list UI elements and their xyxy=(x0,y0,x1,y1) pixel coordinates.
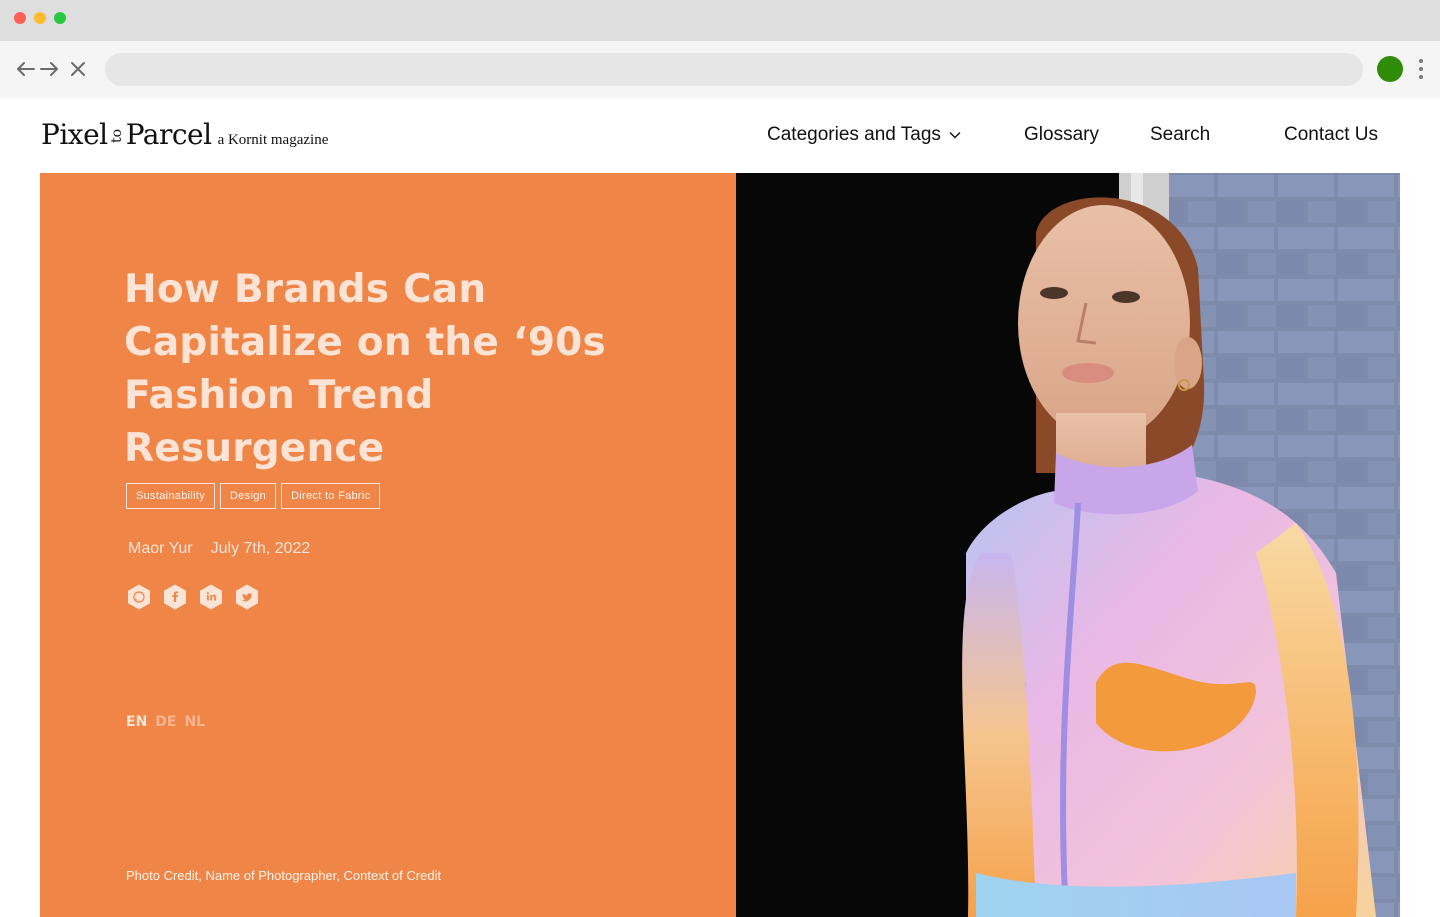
address-bar[interactable] xyxy=(105,53,1363,86)
window-close-button[interactable] xyxy=(14,12,26,24)
tag-direct-to-fabric[interactable]: Direct to Fabric xyxy=(281,483,381,509)
logo-word-parcel: Parcel xyxy=(125,118,212,151)
lang-de[interactable]: DE xyxy=(155,714,176,730)
forward-button[interactable] xyxy=(38,57,60,81)
site-header: Pixel to Parcel a Kornit magazine Catego… xyxy=(0,98,1440,173)
logo-word-pixel: Pixel xyxy=(41,118,108,151)
article-meta: Maor Yur July 7th, 2022 xyxy=(128,540,310,558)
linkedin-icon[interactable] xyxy=(198,584,224,610)
article-author[interactable]: Maor Yur xyxy=(128,540,193,558)
facebook-icon[interactable] xyxy=(162,584,188,610)
article-tags: Sustainability Design Direct to Fabric xyxy=(126,483,381,509)
window-minimize-button[interactable] xyxy=(34,12,46,24)
lang-en[interactable]: EN xyxy=(126,714,147,730)
profile-icon[interactable] xyxy=(1377,56,1403,82)
logo-tagline: a Kornit magazine xyxy=(217,132,329,148)
nav-contact-link[interactable]: Contact Us xyxy=(1284,124,1378,146)
article-title: How Brands Can Capitalize on the ‘90s Fa… xyxy=(124,267,606,471)
share-buttons xyxy=(126,584,260,610)
logo-word-to: to xyxy=(108,128,125,144)
chevron-down-icon xyxy=(949,132,961,139)
hero-photo xyxy=(736,173,1400,917)
tag-design[interactable]: Design xyxy=(220,483,277,509)
close-icon xyxy=(71,62,85,76)
nav-search-link[interactable]: Search xyxy=(1150,124,1210,146)
nav-categories-dropdown[interactable]: Categories and Tags xyxy=(767,124,961,146)
article-date: July 7th, 2022 xyxy=(210,540,311,557)
back-button[interactable] xyxy=(15,57,37,81)
nav-glossary-link[interactable]: Glossary xyxy=(1024,124,1099,146)
kebab-menu-icon[interactable] xyxy=(1413,57,1429,81)
whatsapp-icon[interactable] xyxy=(126,584,152,610)
stop-loading-button[interactable] xyxy=(67,57,89,81)
article-hero-panel: How Brands Can Capitalize on the ‘90s Fa… xyxy=(40,173,736,917)
photo-credit: Photo Credit, Name of Photographer, Cont… xyxy=(126,868,442,883)
nav-categories-label: Categories and Tags xyxy=(767,124,941,145)
window-zoom-button[interactable] xyxy=(54,12,66,24)
lang-nl[interactable]: NL xyxy=(184,714,205,730)
hero-photo-illustration xyxy=(736,173,1400,917)
twitter-icon[interactable] xyxy=(234,584,260,610)
tag-sustainability[interactable]: Sustainability xyxy=(126,483,216,509)
arrow-left-icon xyxy=(17,62,35,76)
language-switcher: EN DE NL xyxy=(126,714,205,730)
arrow-right-icon xyxy=(40,62,58,76)
browser-titlebar xyxy=(0,0,1440,41)
site-logo[interactable]: Pixel to Parcel a Kornit magazine xyxy=(41,118,328,151)
browser-toolbar xyxy=(0,41,1440,98)
